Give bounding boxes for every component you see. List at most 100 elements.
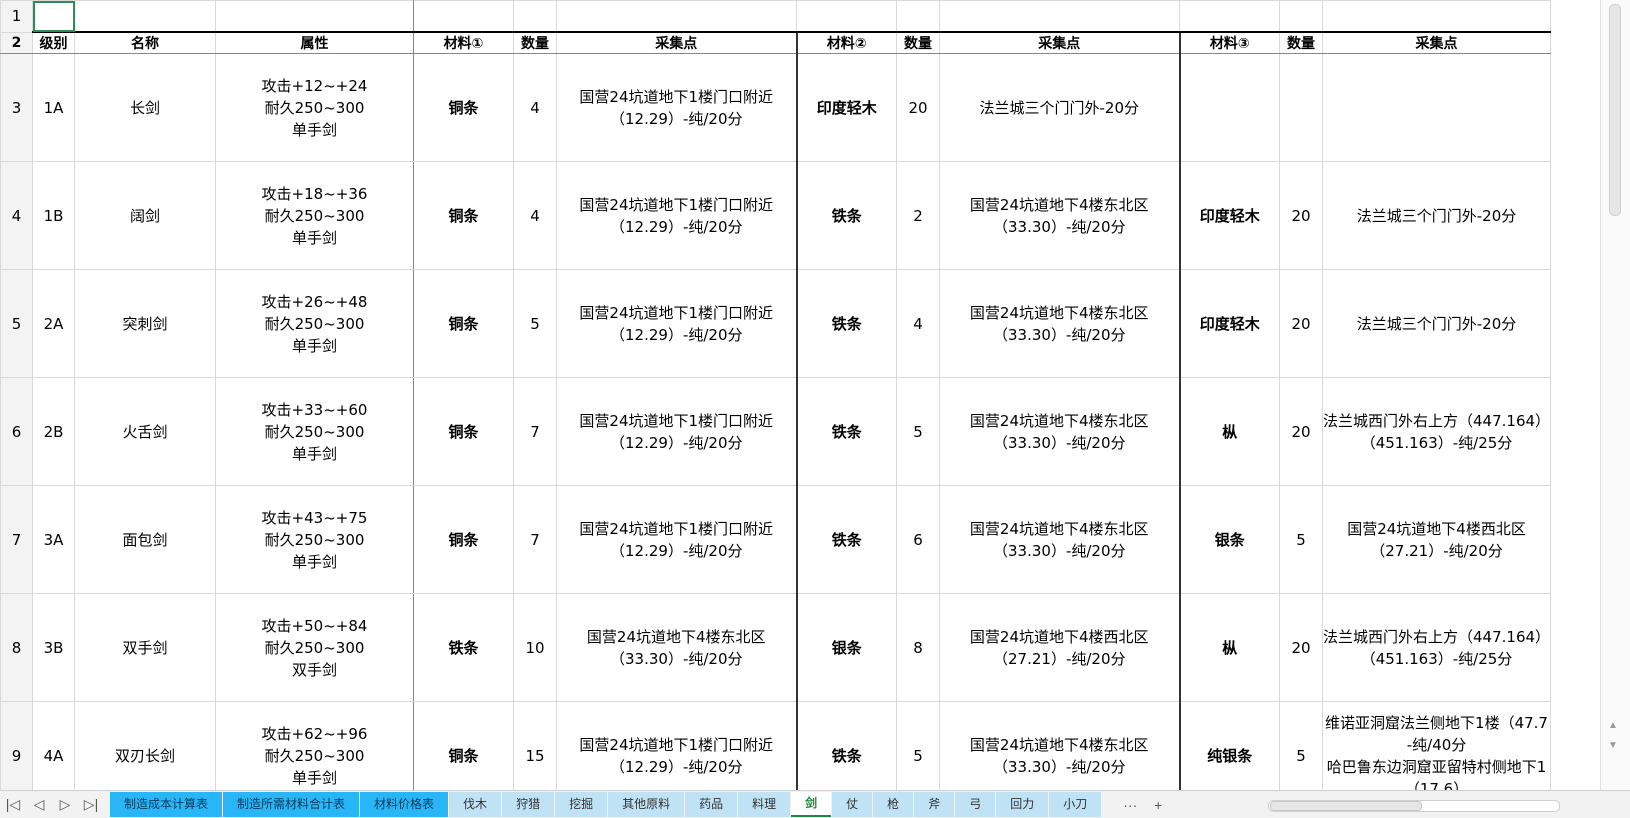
level-cell[interactable]: 4A [32,701,75,790]
name-cell[interactable]: 突刺剑 [74,269,216,378]
attribute-cell[interactable]: 攻击+62~+96 耐久250~300 单手剑 [215,701,414,790]
level-cell[interactable]: 1A [32,53,75,162]
sheet-tab[interactable]: 材料价格表 [360,792,449,817]
sheet-tab[interactable]: 弓 [955,792,996,817]
header-level[interactable]: 级别 [32,31,75,54]
location-2-cell[interactable]: 国营24坑道地下4楼东北区 （33.30）-纯/20分 [939,269,1181,378]
sheet-tab[interactable]: 伐木 [449,792,502,817]
qty-3-cell[interactable]: 5 [1279,701,1323,790]
location-2-cell[interactable]: 国营24坑道地下4楼东北区 （33.30）-纯/20分 [939,485,1181,594]
material-2-cell[interactable]: 印度轻木 [796,53,897,162]
material-1-cell[interactable]: 铜条 [413,161,514,270]
qty-3-cell[interactable]: 20 [1279,269,1323,378]
material-3-cell[interactable]: 银条 [1179,485,1280,594]
material-1-cell[interactable]: 铜条 [413,269,514,378]
qty-3-cell[interactable] [1279,53,1323,162]
name-cell[interactable]: 火舌剑 [74,377,216,486]
level-cell[interactable]: 3A [32,485,75,594]
location-3-cell[interactable]: 法兰城西门外右上方（447.164） （451.163）-纯/25分 [1321,593,1552,702]
material-3-cell[interactable]: 枞 [1179,377,1280,486]
location-3-cell[interactable]: 法兰城三个门门外-20分 [1321,161,1552,270]
row-header[interactable]: 2 [0,31,33,54]
qty-2-cell[interactable]: 20 [896,53,940,162]
qty-3-cell[interactable]: 20 [1279,593,1323,702]
material-3-cell[interactable]: 印度轻木 [1179,269,1280,378]
row-header[interactable]: 3 [0,53,33,162]
location-1-cell[interactable]: 国营24坑道地下4楼东北区 （33.30）-纯/20分 [556,593,798,702]
header-location-1[interactable]: 采集点 [556,31,798,54]
cell[interactable] [1321,0,1552,33]
location-1-cell[interactable]: 国营24坑道地下1楼门口附近 （12.29）-纯/20分 [556,701,798,790]
material-1-cell[interactable]: 铜条 [413,377,514,486]
cell[interactable] [556,0,797,33]
qty-3-cell[interactable]: 20 [1279,377,1323,486]
material-2-cell[interactable]: 铁条 [796,485,897,594]
last-sheet-icon[interactable]: ▷| [78,796,104,813]
attribute-cell[interactable]: 攻击+12~+24 耐久250~300 单手剑 [215,53,414,162]
more-sheets-icon[interactable]: ··· [1116,797,1144,813]
location-1-cell[interactable]: 国营24坑道地下1楼门口附近 （12.29）-纯/20分 [556,269,798,378]
attribute-cell[interactable]: 攻击+26~+48 耐久250~300 单手剑 [215,269,414,378]
header-material-3[interactable]: 材料③ [1179,31,1280,54]
qty-1-cell[interactable]: 5 [513,269,557,378]
qty-2-cell[interactable]: 8 [896,593,940,702]
row-header[interactable]: 8 [0,593,33,702]
material-2-cell[interactable]: 铁条 [796,161,897,270]
location-1-cell[interactable]: 国营24坑道地下1楼门口附近 （12.29）-纯/20分 [556,161,798,270]
header-qty-2[interactable]: 数量 [896,31,940,54]
location-1-cell[interactable]: 国营24坑道地下1楼门口附近 （12.29）-纯/20分 [556,53,798,162]
cell[interactable] [1279,0,1323,33]
sheet-tab[interactable]: 挖掘 [555,792,608,817]
row-header[interactable]: 7 [0,485,33,594]
qty-2-cell[interactable]: 5 [896,701,940,790]
cell[interactable] [215,0,414,33]
location-3-cell[interactable]: 维诺亚洞窟法兰侧地下1楼（47.7 -纯/40分 哈巴鲁东边洞窟亚留特村侧地下1 （1… [1321,701,1552,790]
cell[interactable] [939,0,1180,33]
cell[interactable] [74,0,216,33]
vertical-scrollbar[interactable]: ▲ ▼ [1600,0,1630,790]
cell[interactable] [796,0,897,33]
qty-1-cell[interactable]: 7 [513,485,557,594]
location-1-cell[interactable]: 国营24坑道地下1楼门口附近 （12.29）-纯/20分 [556,377,798,486]
location-2-cell[interactable]: 国营24坑道地下4楼西北区 （27.21）-纯/20分 [939,593,1181,702]
name-cell[interactable]: 双刃长剑 [74,701,216,790]
location-3-cell[interactable] [1321,53,1552,162]
qty-3-cell[interactable]: 20 [1279,161,1323,270]
location-2-cell[interactable]: 法兰城三个门门外-20分 [939,53,1181,162]
vertical-scroll-thumb[interactable] [1609,4,1621,216]
qty-1-cell[interactable]: 4 [513,161,557,270]
qty-1-cell[interactable]: 7 [513,377,557,486]
cell[interactable] [513,0,557,33]
row-header[interactable]: 1 [0,0,33,33]
qty-1-cell[interactable]: 15 [513,701,557,790]
sheet-tab[interactable]: 仗 [832,792,873,817]
row-header[interactable]: 5 [0,269,33,378]
header-material-1[interactable]: 材料① [413,31,514,54]
selected-cell[interactable] [32,0,75,33]
name-cell[interactable]: 面包剑 [74,485,216,594]
location-3-cell[interactable]: 国营24坑道地下4楼西北区 （27.21）-纯/20分 [1321,485,1552,594]
material-1-cell[interactable]: 铁条 [413,593,514,702]
sheet-tab[interactable]: 药品 [685,792,738,817]
prev-sheet-icon[interactable]: ◁ [26,796,52,813]
sheet-tab[interactable]: 制造成本计算表 [110,792,223,817]
cell[interactable] [1179,0,1280,33]
row-header[interactable]: 6 [0,377,33,486]
location-1-cell[interactable]: 国营24坑道地下1楼门口附近 （12.29）-纯/20分 [556,485,798,594]
attribute-cell[interactable]: 攻击+33~+60 耐久250~300 单手剑 [215,377,414,486]
material-2-cell[interactable]: 铁条 [796,701,897,790]
qty-2-cell[interactable]: 2 [896,161,940,270]
material-1-cell[interactable]: 铜条 [413,53,514,162]
cell[interactable] [896,0,940,33]
sheet-tab[interactable]: 小刀 [1049,792,1102,817]
location-2-cell[interactable]: 国营24坑道地下4楼东北区 （33.30）-纯/20分 [939,161,1181,270]
header-location-3[interactable]: 采集点 [1321,31,1552,54]
material-2-cell[interactable]: 铁条 [796,377,897,486]
attribute-cell[interactable]: 攻击+43~+75 耐久250~300 单手剑 [215,485,414,594]
next-sheet-icon[interactable]: ▷ [52,796,78,813]
material-3-cell[interactable]: 印度轻木 [1179,161,1280,270]
location-2-cell[interactable]: 国营24坑道地下4楼东北区 （33.30）-纯/20分 [939,377,1181,486]
header-material-2[interactable]: 材料② [796,31,897,54]
qty-2-cell[interactable]: 6 [896,485,940,594]
location-2-cell[interactable]: 国营24坑道地下4楼东北区 （33.30）-纯/20分 [939,701,1181,790]
